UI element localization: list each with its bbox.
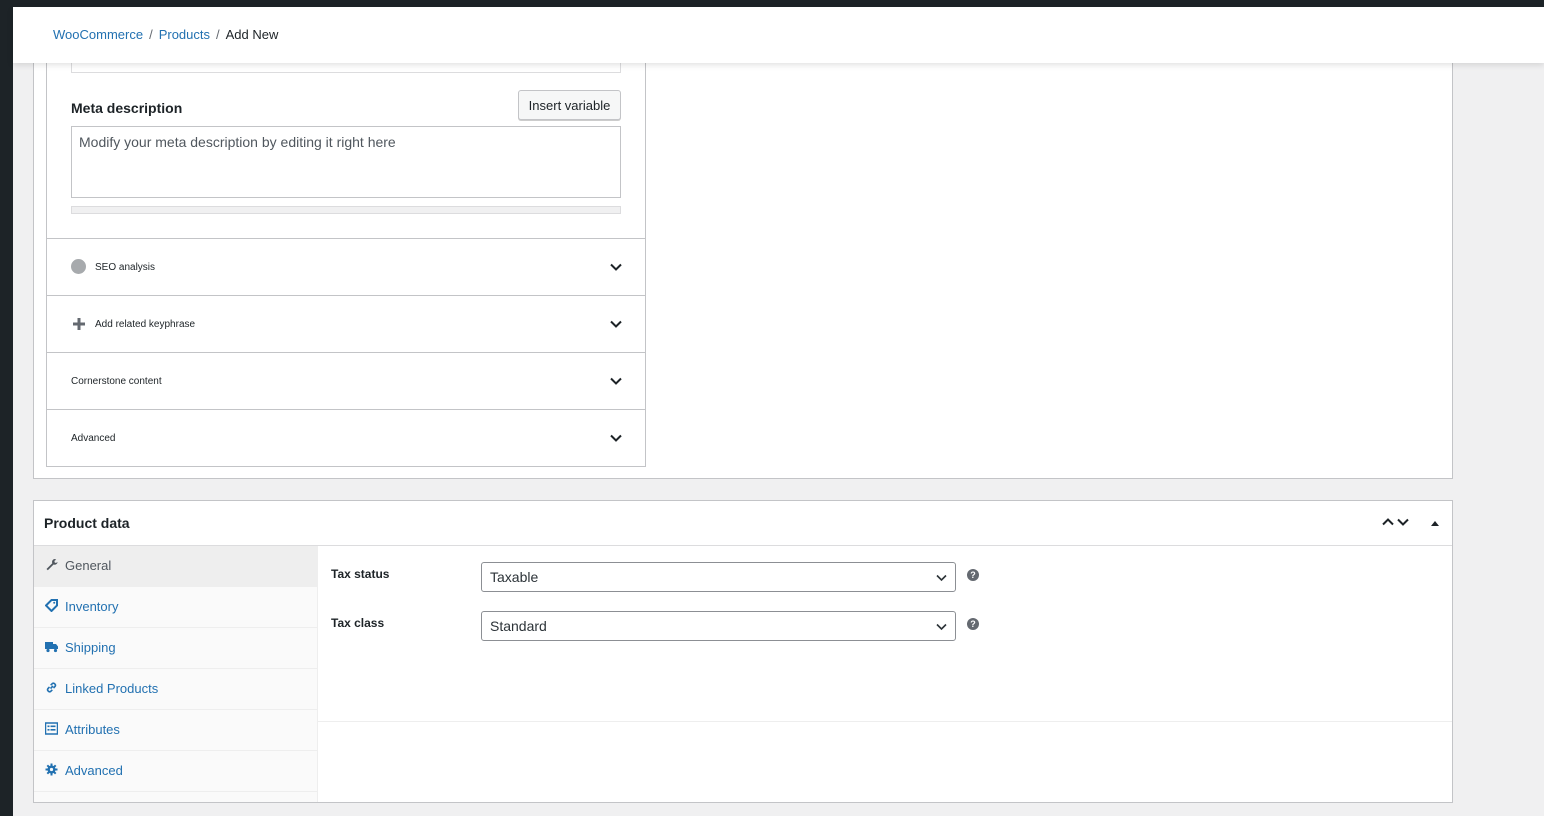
meta-description-progress-bar [71,206,621,214]
meta-description-input[interactable]: Modify your meta description by editing … [71,126,621,198]
list-view-icon [45,722,58,735]
tab-shipping[interactable]: Shipping [34,628,317,669]
chevron-down-icon [610,263,622,271]
cornerstone-content-label: Cornerstone content [71,376,162,387]
tax-status-value: Taxable [490,569,539,585]
tab-linked-products[interactable]: Linked Products [34,669,317,710]
seo-analysis-label: SEO analysis [95,262,156,273]
tab-general[interactable]: General [34,546,317,587]
chevron-down-icon [610,434,622,442]
tab-linked-products-label: Linked Products [65,681,159,696]
wrench-icon [46,559,58,571]
chevron-down-icon [610,377,622,385]
seo-analysis-section[interactable]: SEO analysis [47,238,645,295]
truck-icon [45,642,58,653]
link-icon [46,682,57,693]
plus-icon [73,318,85,330]
move-down-icon[interactable] [1396,515,1410,529]
tab-inventory-label: Inventory [65,599,119,614]
woocommerce-header: WooCommerce / Products / Add New [13,7,1544,63]
tab-general-label: General [65,558,112,573]
seo-advanced-label: Advanced [71,433,116,444]
tax-class-select[interactable]: Standard [481,611,956,641]
tab-attributes[interactable]: Attributes [34,710,317,751]
admin-menu-edge [0,7,13,816]
insert-variable-button[interactable]: Insert variable [518,90,621,120]
breadcrumb-woocommerce-link[interactable]: WooCommerce [53,27,143,42]
add-related-keyphrase-label: Add related keyphrase [95,319,196,330]
help-tip-icon[interactable]: ? [967,618,979,630]
product-data-title: Product data [44,515,130,531]
tab-attributes-label: Attributes [65,722,120,737]
meta-description-label: Meta description [71,100,183,116]
help-tip-icon[interactable]: ? [967,569,979,581]
chevron-down-icon [936,574,947,582]
chevron-down-icon [936,623,947,631]
tax-class-value: Standard [490,618,547,634]
tax-class-label: Tax class [331,616,385,630]
cornerstone-content-section[interactable]: Cornerstone content [47,352,645,409]
tab-advanced-label: Advanced [65,763,123,778]
add-related-keyphrase-section[interactable]: Add related keyphrase [47,295,645,352]
move-controls [1381,515,1410,529]
breadcrumb-separator: / [149,27,153,42]
seo-score-indicator [71,259,86,274]
tab-shipping-label: Shipping [65,640,116,655]
breadcrumb-products-link[interactable]: Products [159,27,210,42]
move-up-icon[interactable] [1381,515,1395,529]
breadcrumb-current: Add New [225,27,279,42]
seo-advanced-section[interactable]: Advanced [47,409,645,466]
breadcrumb-separator: / [216,27,220,42]
breadcrumb: WooCommerce / Products / Add New [53,27,278,42]
product-data-tabs: General Inventory Shipping Linked Produc… [34,546,318,802]
tax-status-select[interactable]: Taxable [481,562,956,592]
gear-icon [45,763,58,776]
tab-inventory[interactable]: Inventory [34,587,317,628]
collapse-toggle-icon[interactable] [1430,518,1440,528]
chevron-down-icon [610,320,622,328]
tax-status-label: Tax status [331,567,390,581]
product-data-header: Product data [34,501,1452,546]
tag-icon [45,599,58,612]
admin-bar-edge [0,0,1544,7]
tab-advanced[interactable]: Advanced [34,751,317,792]
